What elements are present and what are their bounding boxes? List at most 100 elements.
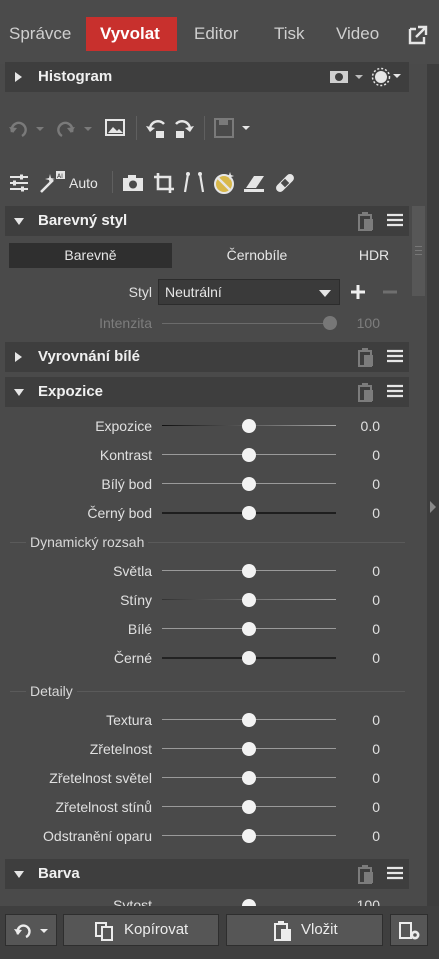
slider-label-stiny: Stíny — [120, 592, 152, 608]
style-select-value: Neutrální — [165, 284, 222, 300]
style-select[interactable]: Neutrální — [158, 279, 340, 305]
histogram-header[interactable]: Histogram — [5, 62, 409, 92]
slider-knob-zretelnost[interactable] — [242, 742, 256, 756]
slider-value-svetla: 0 — [372, 563, 380, 579]
slider-knob-kontrast[interactable] — [242, 448, 256, 462]
paste-settings-icon[interactable] — [357, 211, 375, 231]
slider-knob-zretelnost-stinu[interactable] — [242, 800, 256, 814]
copy-settings-button[interactable]: Kopírovat — [63, 914, 219, 946]
panel-scrollbar[interactable] — [410, 200, 427, 900]
intensity-slider-track[interactable] — [162, 323, 336, 324]
intensity-value: 100 — [356, 315, 380, 331]
slider-value-textura: 0 — [372, 712, 380, 728]
slider-label-expozice: Expozice — [95, 418, 152, 434]
slider-knob-bily-bod[interactable] — [242, 477, 256, 491]
segment-hdr[interactable]: HDR — [342, 243, 406, 268]
tab-tisk[interactable]: Tisk — [274, 17, 305, 51]
tab-vyvolat[interactable]: Vyvolat — [86, 17, 177, 51]
camera-icon[interactable] — [121, 173, 145, 193]
slider-label-zretelnost-stinu: Zřetelnost stínů — [55, 799, 153, 815]
undo-icon — [14, 924, 48, 939]
slider-knob-stiny[interactable] — [242, 593, 256, 607]
external-window-icon[interactable] — [407, 24, 429, 46]
slider-label-svetla: Světla — [113, 563, 152, 579]
collapse-panel-arrow-icon[interactable] — [429, 500, 437, 514]
tab-editor[interactable]: Editor — [194, 17, 238, 51]
image-compare-icon[interactable] — [104, 117, 126, 139]
menu-icon[interactable] — [387, 866, 403, 880]
tools-row: AI Auto — [0, 168, 410, 198]
slider-value-zretelnost-svetel: 0 — [372, 770, 380, 786]
segment-bw[interactable]: Černobíle — [180, 243, 334, 268]
history-toolbar — [0, 112, 410, 146]
ai-auto-wand-icon[interactable]: AI — [38, 170, 66, 194]
scrollbar-thumb[interactable] — [412, 206, 425, 296]
slider-value-zretelnost: 0 — [372, 741, 380, 757]
crop-icon[interactable] — [152, 171, 176, 195]
healing-bandage-icon[interactable] — [272, 170, 298, 196]
slider-knob-odstraneni-oparu[interactable] — [242, 829, 256, 843]
histogram-mode-icon[interactable] — [329, 69, 369, 85]
exposure-header[interactable]: Expozice — [5, 377, 409, 407]
slider-label-odstraneni-oparu: Odstranění oparu — [43, 828, 152, 844]
paste-settings-icon[interactable] — [357, 382, 375, 402]
style-label: Styl — [128, 284, 152, 300]
collapse-arrow-icon — [14, 218, 24, 225]
slider-knob-cerny-bod[interactable] — [242, 506, 256, 520]
rotate-icon[interactable] — [144, 116, 196, 142]
slider-value-kontrast: 0 — [372, 447, 380, 463]
slider-knob-bile[interactable] — [242, 622, 256, 636]
paste-settings-icon[interactable] — [357, 864, 375, 884]
expand-arrow-icon — [15, 72, 22, 82]
white-balance-title: Vyrovnání bílé — [38, 348, 140, 365]
slider-knob-zretelnost-svetel[interactable] — [242, 771, 256, 785]
slider-value-cerny-bod: 0 — [372, 505, 380, 521]
selective-filter-icon[interactable] — [211, 170, 237, 196]
paste-settings-button[interactable]: Vložit — [226, 914, 383, 946]
slider-knob-cerne[interactable] — [242, 651, 256, 665]
adjustments-icon[interactable] — [8, 173, 30, 193]
bottom-action-bar: Kopírovat Vložit — [0, 906, 439, 959]
intensity-slider-knob[interactable] — [323, 316, 337, 330]
redo-icon[interactable] — [54, 118, 98, 140]
save-preset-icon[interactable] — [212, 117, 256, 139]
slider-value-odstraneni-oparu: 0 — [372, 828, 380, 844]
undo-icon[interactable] — [8, 118, 48, 140]
copy-icon — [95, 922, 113, 941]
paste-settings-icon[interactable] — [357, 347, 375, 367]
paste-settings-gear-icon — [399, 922, 420, 940]
color-header[interactable]: Barva — [5, 859, 409, 889]
slider-value-zretelnost-stinu: 0 — [372, 799, 380, 815]
divider — [112, 171, 113, 193]
divider — [204, 116, 205, 140]
slider-value-cerne: 0 — [372, 650, 380, 666]
slider-knob-expozice[interactable] — [242, 419, 256, 433]
color-style-title: Barevný styl — [38, 212, 128, 229]
menu-icon[interactable] — [387, 349, 403, 363]
slider-knob-textura[interactable] — [242, 713, 256, 727]
slider-value-expozice: 0.0 — [360, 418, 380, 434]
auto-label[interactable]: Auto — [69, 175, 98, 191]
expand-arrow-icon — [15, 352, 22, 362]
segment-color[interactable]: Barevně — [9, 243, 172, 268]
menu-icon[interactable] — [387, 213, 403, 227]
slider-value-bily-bod: 0 — [372, 476, 380, 492]
remove-style-icon[interactable] — [382, 284, 398, 300]
eraser-icon[interactable] — [242, 172, 266, 194]
menu-icon[interactable] — [387, 384, 403, 398]
exposure-title: Expozice — [38, 383, 104, 400]
perspective-icon[interactable] — [182, 171, 206, 195]
svg-text:AI: AI — [57, 173, 63, 180]
panel-collapse-strip[interactable] — [427, 64, 439, 959]
undo-history-button[interactable] — [5, 914, 57, 946]
color-style-header[interactable]: Barevný styl — [5, 206, 409, 236]
tab-video[interactable]: Video — [336, 17, 379, 51]
brightness-settings-icon[interactable] — [371, 67, 407, 87]
add-style-icon[interactable] — [350, 284, 366, 300]
slider-knob-svetla[interactable] — [242, 564, 256, 578]
top-tab-bar: Správce Vyvolat Editor Tisk Video — [0, 0, 439, 64]
dynamic-range-heading: Dynamický rozsah — [26, 534, 149, 550]
paste-options-button[interactable] — [390, 914, 428, 946]
tab-spravce[interactable]: Správce — [9, 17, 71, 51]
white-balance-header[interactable]: Vyrovnání bílé — [5, 342, 409, 372]
